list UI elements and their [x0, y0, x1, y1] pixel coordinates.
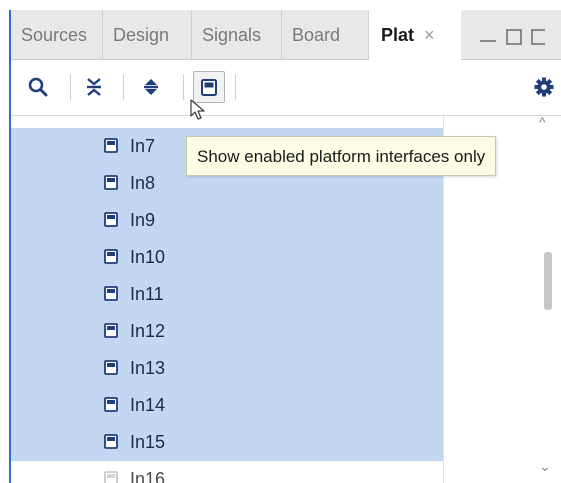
tab-board[interactable]: Board — [282, 10, 369, 60]
tree-item-label: In9 — [130, 210, 156, 230]
mouse-pointer-icon — [190, 99, 206, 121]
tab-sources[interactable]: Sources — [11, 10, 103, 60]
tree-item-label: In15 — [130, 432, 166, 452]
tab-label: Design — [113, 25, 170, 45]
interface-icon — [104, 212, 118, 227]
tree-item[interactable]: In9 — [11, 202, 443, 239]
tree-item[interactable]: In12 — [11, 313, 443, 350]
tree-item-label: In14 — [130, 395, 166, 415]
expand-all-icon[interactable] — [136, 72, 166, 102]
tree-item[interactable]: In15 — [11, 424, 443, 461]
tree-item-label: In16 — [130, 469, 166, 483]
tree-item[interactable]: In13 — [11, 350, 443, 387]
tooltip: Show enabled platform interfaces only — [186, 136, 497, 176]
toolbar-separator — [123, 74, 124, 100]
tree-item[interactable]: In16 — [11, 461, 443, 483]
platform-interfaces-panel: Sources Design Signals Board Plat × In7 … — [9, 10, 561, 483]
tab-label: Signals — [202, 25, 262, 45]
gear-icon[interactable] — [529, 72, 559, 102]
minimize-icon[interactable] — [480, 26, 496, 42]
toolbar-separator — [235, 74, 236, 100]
tab-label: Board — [292, 25, 341, 45]
toolbar-separator — [70, 74, 71, 100]
toolbar-separator — [183, 74, 184, 100]
tree-item-label: In10 — [130, 247, 166, 267]
collapse-all-icon[interactable] — [79, 72, 109, 102]
tab-label: Plat — [381, 25, 415, 45]
toolbar — [11, 60, 561, 116]
maximize-icon[interactable] — [506, 29, 522, 45]
tab-bar: Sources Design Signals Board Plat × — [11, 10, 561, 60]
interface-icon — [104, 397, 118, 412]
scrollbar-thumb[interactable] — [544, 252, 552, 310]
interface-icon — [104, 434, 118, 449]
tree-item-label: In7 — [130, 136, 156, 156]
interface-icon — [104, 175, 118, 190]
interface-icon — [104, 138, 118, 153]
tab-signals[interactable]: Signals — [192, 10, 282, 60]
tree-item-label: In12 — [130, 321, 166, 341]
scroll-down-icon[interactable]: ⌄ — [539, 458, 551, 475]
tab-label: Sources — [21, 25, 88, 45]
interface-icon — [104, 360, 118, 375]
tree-item-label: In8 — [130, 173, 156, 193]
tab-platform[interactable]: Plat × — [369, 10, 461, 60]
tree-item-label: In11 — [130, 284, 164, 304]
tab-design[interactable]: Design — [103, 10, 192, 60]
interface-icon — [104, 249, 118, 264]
tree-item[interactable]: In14 — [11, 387, 443, 424]
tree-item[interactable]: In10 — [11, 239, 443, 276]
scroll-up-icon[interactable]: ^ — [539, 114, 546, 130]
search-icon[interactable] — [23, 72, 53, 102]
close-icon[interactable]: × — [424, 25, 435, 45]
interface-icon — [104, 286, 118, 301]
tree-item-label: In13 — [130, 358, 166, 378]
tree-item[interactable]: In11 — [11, 276, 443, 313]
restore-icon[interactable] — [531, 29, 545, 45]
interface-icon — [104, 323, 118, 338]
interface-icon — [104, 471, 118, 483]
